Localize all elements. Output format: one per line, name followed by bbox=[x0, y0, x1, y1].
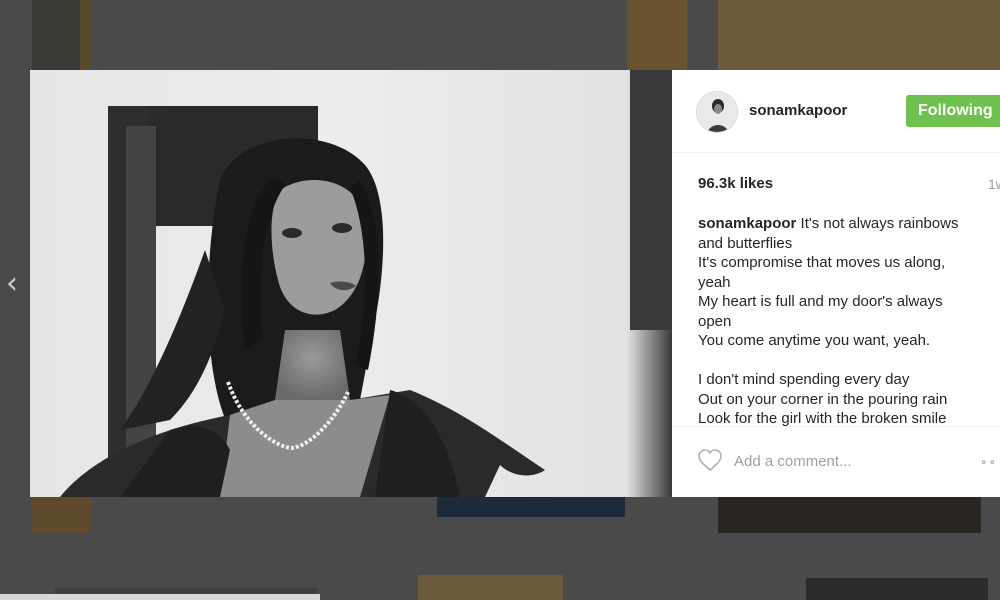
caption-line: sonamkapoor It's not always rainbows bbox=[698, 215, 959, 232]
grid-tile[interactable] bbox=[806, 578, 988, 600]
grid-tile[interactable] bbox=[718, 0, 1000, 70]
grid-tile[interactable] bbox=[418, 575, 563, 600]
scrollbar[interactable] bbox=[0, 594, 320, 600]
caption-line: open bbox=[698, 312, 732, 330]
post-header: sonamkapoor Following bbox=[672, 70, 1000, 153]
avatar-image bbox=[697, 92, 737, 132]
avatar[interactable] bbox=[696, 91, 738, 133]
grid-tile[interactable] bbox=[627, 0, 687, 70]
post-sidebar: sonamkapoor Following 96.3k likes 1w son… bbox=[672, 70, 1000, 497]
grid-tile[interactable] bbox=[718, 497, 981, 533]
following-button[interactable]: Following bbox=[906, 95, 1000, 127]
grid-tile[interactable] bbox=[32, 497, 92, 533]
caption-line: and butterflies bbox=[698, 234, 793, 252]
more-options-icon[interactable]: ∘∘ bbox=[980, 455, 1000, 469]
heart-icon[interactable] bbox=[697, 448, 723, 472]
caption-line: Out on your corner in the pouring rain bbox=[698, 390, 948, 408]
caption-line: I don't mind spending every day bbox=[698, 371, 910, 388]
username-link[interactable]: sonamkapoor bbox=[749, 102, 847, 119]
caption-line: My heart is full and my door's always bbox=[698, 293, 943, 310]
comment-input[interactable] bbox=[734, 448, 934, 474]
post-modal: sonamkapoor Following 96.3k likes 1w son… bbox=[30, 70, 1000, 497]
comment-bar: ∘∘ bbox=[672, 426, 1000, 497]
post-caption: sonamkapoor It's not always rainbows and … bbox=[698, 214, 988, 426]
caption-username-link[interactable]: sonamkapoor bbox=[698, 215, 796, 232]
caption-gap bbox=[698, 351, 988, 371]
caption-line: You come anytime you want, yeah. bbox=[698, 332, 931, 349]
portrait-image bbox=[30, 70, 672, 497]
post-timestamp[interactable]: 1w bbox=[988, 176, 1000, 192]
caption-line: Look for the girl with the broken smile bbox=[698, 410, 947, 426]
caption-line: It's compromise that moves us along, bbox=[698, 254, 946, 271]
grid-tile[interactable] bbox=[437, 497, 625, 517]
post-photo bbox=[30, 70, 672, 497]
grid-tile-edge bbox=[80, 0, 92, 70]
chevron-left-icon[interactable]: ‹ bbox=[0, 269, 24, 300]
likes-count[interactable]: 96.3k likes bbox=[698, 175, 773, 192]
caption-line: yeah bbox=[698, 273, 731, 291]
